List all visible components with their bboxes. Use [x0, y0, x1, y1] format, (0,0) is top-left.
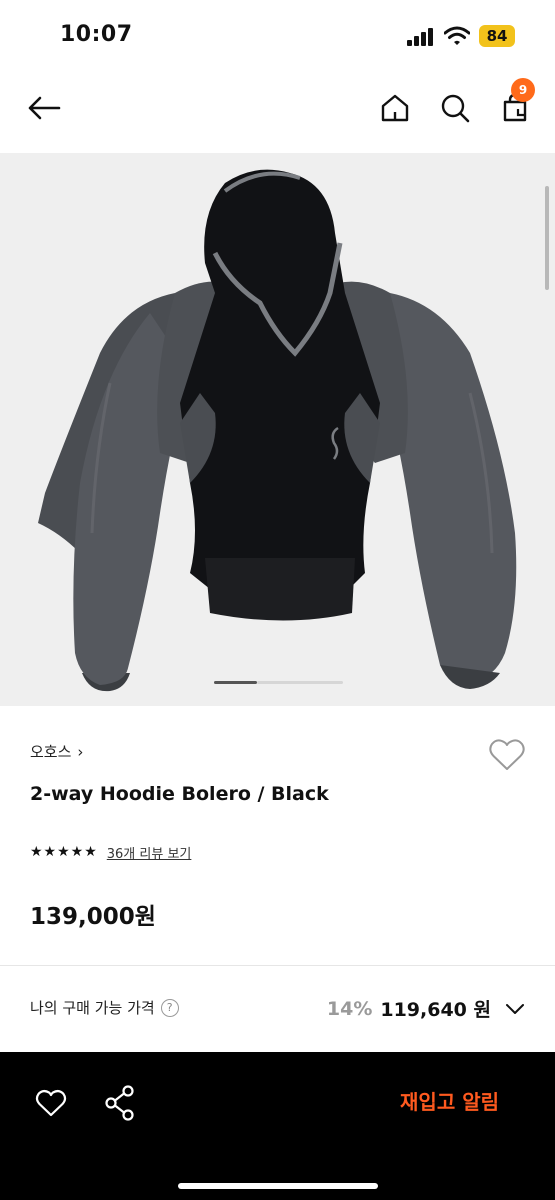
- wifi-icon: [444, 26, 470, 45]
- cart-count-badge: 9: [511, 78, 535, 102]
- home-indicator: [178, 1183, 378, 1189]
- discount-rate: 14%: [326, 997, 373, 1020]
- my-price-label: 나의 구매 가능 가격 ?: [30, 997, 179, 1018]
- back-button[interactable]: [22, 86, 66, 130]
- carousel-indicator-active: [214, 681, 257, 684]
- brand-name: 오호스: [30, 743, 72, 761]
- page-scrollbar[interactable]: [545, 186, 549, 290]
- my-price-label-text: 나의 구매 가능 가격: [30, 999, 155, 1017]
- review-link[interactable]: 36개 리뷰 보기: [107, 843, 192, 862]
- help-icon[interactable]: ?: [160, 998, 179, 1017]
- search-icon: [441, 94, 470, 123]
- product-price: 139,000원: [30, 904, 156, 930]
- status-time: 10:07: [60, 22, 133, 47]
- product-image[interactable]: [0, 153, 555, 706]
- bottom-action-bar: 재입고 알림: [0, 1052, 555, 1200]
- search-button[interactable]: [433, 86, 477, 130]
- share-icon[interactable]: [103, 1084, 137, 1122]
- top-navigation: 9: [0, 74, 555, 146]
- restock-alert-button[interactable]: 재입고 알림: [400, 1086, 499, 1115]
- status-bar: 10:07 84: [0, 0, 555, 70]
- wishlist-heart-icon[interactable]: [487, 735, 527, 775]
- carousel-indicator-track: [257, 681, 343, 684]
- product-photo: [38, 169, 517, 692]
- arrow-left-icon: [28, 96, 61, 120]
- cellular-signal-icon: [407, 28, 435, 46]
- chevron-right-icon: ›: [77, 742, 84, 761]
- chevron-down-icon: [506, 1003, 524, 1014]
- brand-link[interactable]: 오호스 ›: [30, 741, 83, 762]
- my-price-value: 119,640 원: [380, 999, 491, 1021]
- my-price-toggle[interactable]: 14% 119,640 원: [327, 995, 525, 1022]
- rating-row: ★★★★★ 36개 리뷰 보기: [30, 841, 191, 863]
- wishlist-heart-icon[interactable]: [34, 1086, 68, 1120]
- battery-indicator: 84: [479, 25, 515, 47]
- rating-stars-icon: ★★★★★: [30, 844, 98, 860]
- image-carousel-indicator: [0, 681, 555, 685]
- home-icon: [381, 94, 409, 122]
- home-button[interactable]: [373, 86, 417, 130]
- product-name: 2-way Hoodie Bolero / Black: [30, 783, 329, 805]
- section-divider: [0, 965, 555, 966]
